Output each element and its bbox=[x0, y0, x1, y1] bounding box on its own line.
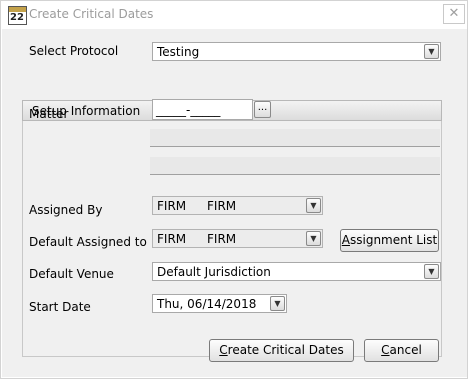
assigned-by-code: FIRM bbox=[157, 199, 187, 213]
protocol-select[interactable]: Testing ▼ bbox=[152, 42, 441, 61]
default-assigned-select[interactable]: FIRM FIRM ▼ bbox=[152, 229, 323, 248]
start-date-label: Start Date bbox=[29, 300, 91, 314]
calendar-icon: 22 bbox=[8, 6, 27, 25]
cancel-button[interactable]: Cancel bbox=[364, 339, 439, 362]
matter-browse-button[interactable]: ... bbox=[254, 101, 271, 118]
default-assigned-name: FIRM bbox=[205, 232, 305, 246]
chevron-down-icon[interactable]: ▼ bbox=[424, 264, 439, 279]
title-bar[interactable]: 22 Create Critical Dates ✕ bbox=[1, 1, 467, 29]
chevron-down-icon[interactable]: ▼ bbox=[306, 198, 321, 213]
matter-value: _____-_____ bbox=[156, 103, 221, 117]
matter-info-line-1 bbox=[150, 129, 440, 147]
matter-label: Matter bbox=[29, 107, 69, 121]
assigned-by-select[interactable]: FIRM FIRM ▼ bbox=[152, 196, 323, 215]
chevron-down-icon[interactable]: ▼ bbox=[306, 231, 321, 246]
assigned-by-name: FIRM bbox=[205, 199, 305, 213]
start-date-value: Thu, 06/14/2018 bbox=[157, 297, 257, 311]
default-venue-value: Default Jurisdiction bbox=[157, 265, 271, 279]
protocol-label: Select Protocol bbox=[29, 44, 119, 58]
default-assigned-code: FIRM bbox=[157, 232, 187, 246]
default-assigned-label: Default Assigned to bbox=[29, 235, 147, 249]
window-title: Create Critical Dates bbox=[29, 7, 154, 21]
assigned-by-label: Assigned By bbox=[29, 203, 103, 217]
close-icon[interactable]: ✕ bbox=[443, 4, 465, 24]
dialog-body: Select Protocol Testing ▼ Setup Informat… bbox=[2, 29, 467, 377]
protocol-value: Testing bbox=[157, 45, 200, 59]
matter-info-line-2 bbox=[150, 157, 440, 175]
assignment-list-button[interactable]: Assignment List bbox=[340, 229, 439, 252]
start-date-picker[interactable]: Thu, 06/14/2018 ▼ bbox=[152, 294, 287, 313]
matter-input[interactable]: _____-_____ bbox=[152, 99, 253, 120]
create-critical-dates-button[interactable]: Create Critical Dates bbox=[209, 339, 354, 362]
default-venue-label: Default Venue bbox=[29, 267, 114, 281]
chevron-down-icon[interactable]: ▼ bbox=[270, 296, 285, 311]
chevron-down-icon[interactable]: ▼ bbox=[424, 44, 439, 59]
default-venue-select[interactable]: Default Jurisdiction ▼ bbox=[152, 262, 441, 281]
dialog-window: 22 Create Critical Dates ✕ Select Protoc… bbox=[0, 0, 468, 379]
